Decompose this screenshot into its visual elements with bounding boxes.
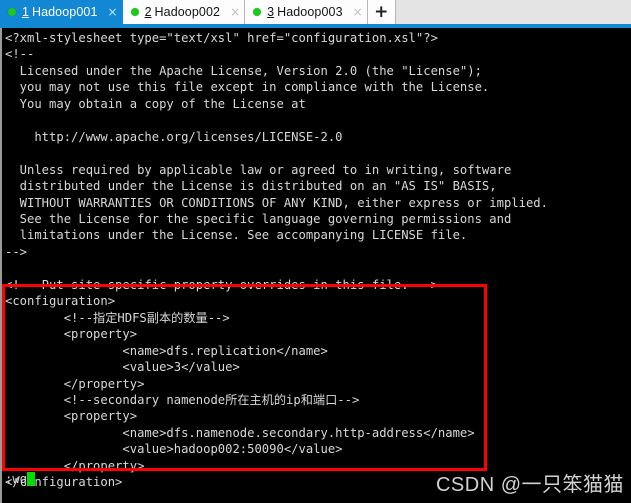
connected-dot-icon — [130, 8, 139, 16]
tab-label: Hadoop003 — [277, 5, 343, 19]
tab-label: Hadoop001 — [31, 5, 98, 19]
tab-bar-filler — [395, 0, 631, 24]
editor-content: <?xml-stylesheet type="text/xsl" href="c… — [5, 30, 629, 491]
tab-label: Hadoop002 — [154, 5, 221, 19]
text-cursor — [27, 472, 36, 486]
new-tab-button[interactable]: + — [367, 0, 396, 24]
tab-hadoop003[interactable]: 3 Hadoop003 × — [245, 0, 368, 24]
tab-index: 3 — [267, 5, 275, 19]
close-icon[interactable]: × — [108, 6, 118, 18]
tab-index: 1 — [22, 5, 29, 19]
connected-dot-icon — [253, 8, 262, 16]
close-icon[interactable]: × — [230, 6, 240, 18]
vim-command-text: :wq — [5, 472, 28, 486]
connected-dot-icon — [8, 8, 16, 16]
tab-hadoop002[interactable]: 2 Hadoop002 × — [122, 0, 246, 24]
terminal-pane[interactable]: <?xml-stylesheet type="text/xsl" href="c… — [0, 28, 631, 503]
close-icon[interactable]: × — [353, 6, 363, 18]
tab-index: 2 — [144, 5, 152, 19]
tab-hadoop001[interactable]: 1 Hadoop001 × — [0, 0, 123, 24]
tab-bar: 1 Hadoop001 × 2 Hadoop002 × 3 Hadoop003 … — [0, 0, 631, 24]
xml-header-text: <?xml-stylesheet type="text/xsl" href="c… — [5, 31, 548, 292]
csdn-watermark: CSDN @一只笨猫猫 — [435, 474, 624, 496]
xml-configuration-block: <configuration> <!--指定HDFS副本的数量--> <prop… — [5, 294, 475, 490]
terminal-window: 1 Hadoop001 × 2 Hadoop002 × 3 Hadoop003 … — [0, 0, 631, 503]
vim-status-line: :wq — [5, 471, 36, 487]
